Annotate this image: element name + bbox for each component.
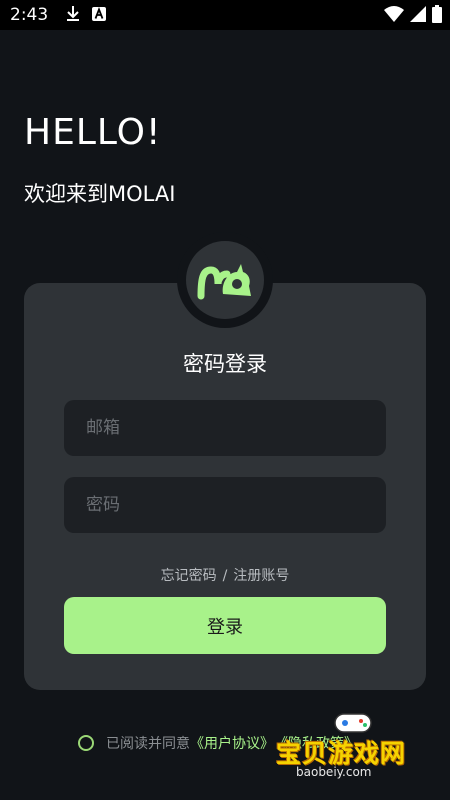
link-separator: /: [222, 568, 228, 584]
status-icons-left: [66, 5, 107, 25]
status-bar: 2:43: [0, 0, 450, 30]
download-icon: [66, 5, 80, 25]
wifi-icon: [384, 6, 404, 26]
agreement-prefix: 已阅读并同意: [106, 736, 190, 752]
user-agreement-link[interactable]: 《用户协议》: [190, 733, 274, 753]
password-field-container: [64, 477, 386, 533]
account-links: 忘记密码 / 注册账号: [0, 565, 450, 585]
watermark-url: baobeiy.com: [296, 765, 372, 779]
password-field[interactable]: [84, 494, 386, 516]
agreement-radio[interactable]: [78, 735, 94, 751]
email-field[interactable]: [84, 417, 386, 439]
welcome-text: 欢迎来到MOLAI: [24, 182, 176, 206]
status-icons-right: [384, 5, 442, 27]
forgot-password-link[interactable]: 忘记密码: [161, 568, 217, 584]
email-field-container: [64, 400, 386, 456]
battery-icon: [432, 5, 442, 27]
logo-container: [177, 232, 273, 328]
login-title: 密码登录: [183, 352, 267, 376]
login-button[interactable]: 登录: [64, 597, 386, 654]
watermark-logo: 宝贝游戏网 baobeiy.com: [276, 708, 446, 788]
status-time: 2:43: [10, 5, 49, 25]
register-link[interactable]: 注册账号: [233, 568, 289, 584]
greeting-heading: HELLO!: [24, 112, 162, 153]
signal-icon: [410, 6, 426, 26]
a-badge-icon: [92, 6, 107, 25]
molai-logo-icon: [186, 241, 264, 319]
